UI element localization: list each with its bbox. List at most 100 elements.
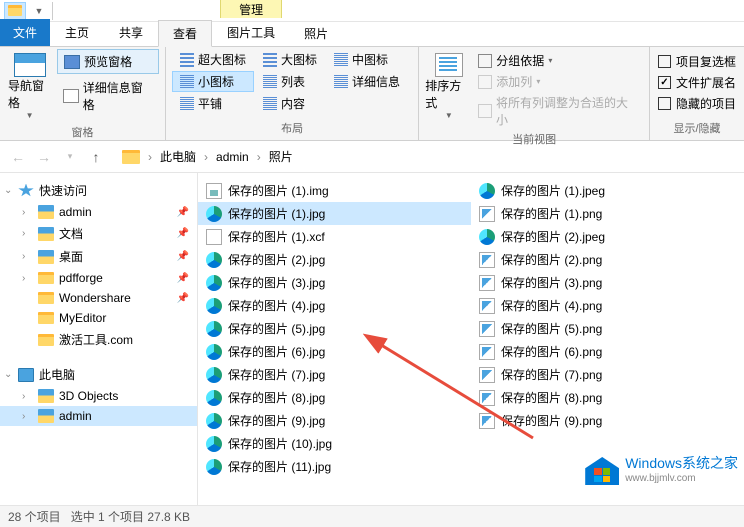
checkbox-item-checkboxes[interactable]: 项目复选框 — [658, 53, 736, 70]
file-item[interactable]: 保存的图片 (1).png — [471, 202, 744, 225]
crumb-sep-icon[interactable]: › — [202, 150, 210, 164]
layout-content[interactable]: 内容 — [255, 93, 325, 114]
recent-dropdown[interactable]: ▾ — [58, 145, 82, 169]
file-name: 保存的图片 (9).jpg — [228, 412, 325, 429]
layout-large[interactable]: 大图标 — [255, 49, 325, 70]
file-item[interactable]: 保存的图片 (4).png — [471, 294, 744, 317]
up-button[interactable]: ↑ — [84, 145, 108, 169]
group-by-button[interactable]: 分组依据 ▾ — [476, 51, 639, 70]
file-item[interactable]: 保存的图片 (11).jpg — [198, 455, 471, 478]
expand-icon[interactable]: › — [22, 411, 25, 422]
file-item[interactable]: 保存的图片 (7).png — [471, 363, 744, 386]
layout-medium[interactable]: 中图标 — [326, 49, 408, 70]
file-name: 保存的图片 (2).jpg — [228, 251, 325, 268]
file-item[interactable]: 保存的图片 (2).png — [471, 248, 744, 271]
expand-icon[interactable]: › — [22, 273, 25, 284]
breadcrumb-thispc[interactable]: 此电脑 — [156, 146, 200, 167]
checkbox-file-extensions[interactable]: 文件扩展名 — [658, 74, 736, 91]
layout-extra-large[interactable]: 超大图标 — [172, 49, 254, 70]
png-icon — [479, 206, 495, 222]
tab-picture-tools[interactable]: 图片工具 — [212, 19, 290, 46]
qat-folder-icon[interactable] — [4, 2, 26, 20]
ribbon-tabs: 文件 主页 共享 查看 管理 图片工具 照片 — [0, 22, 744, 47]
ribbon-group-layout: 超大图标 大图标 中图标 小图标 列表 详细信息 平铺 内容 布局 — [166, 47, 419, 140]
details-pane-button[interactable]: 详细信息窗格 — [57, 76, 159, 116]
file-item[interactable]: 保存的图片 (5).jpg — [198, 317, 471, 340]
file-item[interactable]: 保存的图片 (2).jpeg — [471, 225, 744, 248]
edge-icon — [206, 206, 222, 222]
file-item[interactable]: 保存的图片 (3).png — [471, 271, 744, 294]
file-item[interactable]: 保存的图片 (1).img — [198, 179, 471, 202]
nav-pane-icon — [14, 53, 46, 77]
tab-home[interactable]: 主页 — [50, 19, 104, 46]
group-label-showhide: 显示/隐藏 — [656, 120, 738, 138]
file-item[interactable]: 保存的图片 (7).jpg — [198, 363, 471, 386]
tab-view[interactable]: 查看 — [158, 20, 212, 47]
tree-item-3dobjects[interactable]: ›3D Objects — [0, 386, 197, 406]
file-item[interactable]: 保存的图片 (6).jpg — [198, 340, 471, 363]
file-name: 保存的图片 (9).png — [501, 412, 602, 429]
tree-this-pc[interactable]: ⌄ 此电脑 — [0, 363, 197, 386]
file-item[interactable]: 保存的图片 (2).jpg — [198, 248, 471, 271]
crumb-sep-icon[interactable]: › — [255, 150, 263, 164]
file-name: 保存的图片 (7).jpg — [228, 366, 325, 383]
pin-icon: 📌 — [177, 251, 189, 262]
edge-icon — [206, 321, 222, 337]
back-button[interactable]: ← — [6, 145, 30, 169]
nav-pane-button[interactable]: 导航窗格 ▼ — [6, 49, 53, 124]
edge-icon — [206, 252, 222, 268]
tree-item-admin[interactable]: ›admin — [0, 406, 197, 426]
tab-context-label: 管理 — [220, 0, 282, 18]
expand-icon[interactable]: › — [22, 251, 25, 262]
file-name: 保存的图片 (6).jpg — [228, 343, 325, 360]
file-item[interactable]: 保存的图片 (5).png — [471, 317, 744, 340]
crumb-sep-icon[interactable]: › — [146, 150, 154, 164]
pin-icon: 📌 — [177, 273, 189, 284]
tab-share[interactable]: 共享 — [104, 19, 158, 46]
file-item[interactable]: 保存的图片 (10).jpg — [198, 432, 471, 455]
edge-icon — [206, 436, 222, 452]
layout-list[interactable]: 列表 — [255, 71, 325, 92]
small-icon — [180, 75, 194, 89]
folder-icon — [122, 150, 140, 164]
nav-sidebar[interactable]: ⌄ 快速访问 ›admin📌›文档📌›桌面📌›pdfforge📌Wondersh… — [0, 173, 198, 505]
layout-tiles[interactable]: 平铺 — [172, 93, 254, 114]
preview-pane-button[interactable]: 预览窗格 — [57, 49, 159, 74]
file-item[interactable]: 保存的图片 (9).jpg — [198, 409, 471, 432]
tree-item-[interactable]: ›文档📌 — [0, 222, 197, 245]
file-item[interactable]: 保存的图片 (1).jpeg — [471, 179, 744, 202]
expand-icon[interactable]: › — [22, 228, 25, 239]
tab-file[interactable]: 文件 — [0, 19, 50, 46]
tree-item-myeditor[interactable]: MyEditor — [0, 308, 197, 328]
layout-details[interactable]: 详细信息 — [326, 71, 408, 92]
expand-icon[interactable]: ⌄ — [4, 369, 12, 380]
file-item[interactable]: 保存的图片 (8).png — [471, 386, 744, 409]
file-item[interactable]: 保存的图片 (1).xcf — [198, 225, 471, 248]
file-item[interactable]: 保存的图片 (8).jpg — [198, 386, 471, 409]
checkbox-hidden-items[interactable]: 隐藏的项目 — [658, 95, 736, 112]
tree-item-admin[interactable]: ›admin📌 — [0, 202, 197, 222]
file-item[interactable]: 保存的图片 (9).png — [471, 409, 744, 432]
tree-item-com[interactable]: 激活工具.com — [0, 328, 197, 351]
file-item[interactable]: 保存的图片 (3).jpg — [198, 271, 471, 294]
expand-icon[interactable]: › — [22, 391, 25, 402]
layout-small[interactable]: 小图标 — [172, 71, 254, 92]
add-column-button[interactable]: 添加列 ▾ — [476, 72, 639, 91]
qat-dropdown-icon[interactable]: ▼ — [28, 2, 50, 20]
expand-icon[interactable]: ⌄ — [4, 185, 12, 196]
file-item[interactable]: 保存的图片 (1).jpg — [198, 202, 471, 225]
fit-columns-button[interactable]: 将所有列调整为合适的大小 — [476, 93, 639, 129]
file-item[interactable]: 保存的图片 (4).jpg — [198, 294, 471, 317]
tree-item-[interactable]: ›桌面📌 — [0, 245, 197, 268]
tree-item-wondershare[interactable]: Wondershare📌 — [0, 288, 197, 308]
expand-icon[interactable]: › — [22, 207, 25, 218]
sort-button[interactable]: 排序方式 ▼ — [425, 49, 472, 124]
file-item[interactable]: 保存的图片 (6).png — [471, 340, 744, 363]
tree-item-pdfforge[interactable]: ›pdfforge📌 — [0, 268, 197, 288]
xcf-icon — [206, 229, 222, 245]
tree-quick-access[interactable]: ⌄ 快速访问 — [0, 179, 197, 202]
breadcrumb-admin[interactable]: admin — [212, 148, 253, 166]
forward-button[interactable]: → — [32, 145, 56, 169]
fitcol-icon — [478, 104, 492, 118]
breadcrumb-photos[interactable]: 照片 — [265, 146, 297, 167]
